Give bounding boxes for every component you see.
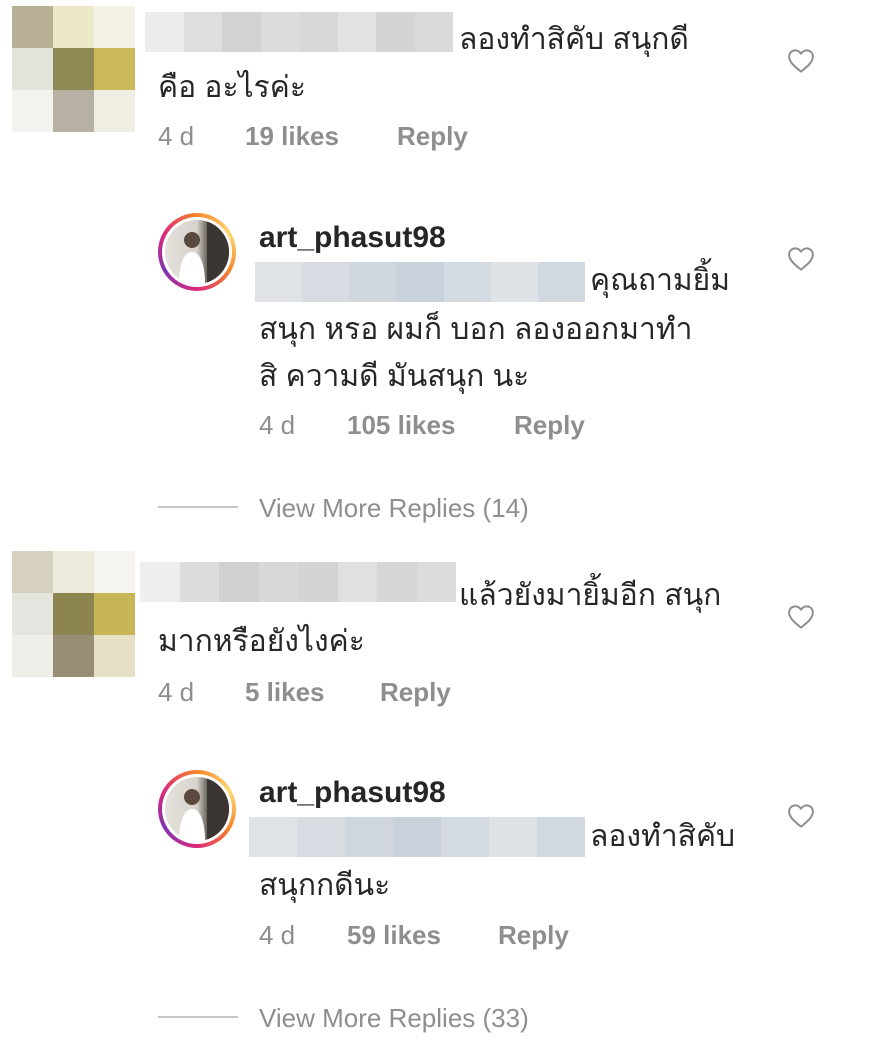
reply-avatar[interactable] xyxy=(158,770,236,848)
likes-count[interactable]: 5 likes xyxy=(245,674,325,710)
view-more-replies-link[interactable]: View More Replies (33) xyxy=(259,1000,529,1036)
username-blurred[interactable] xyxy=(140,562,456,602)
reply-wrapper: Reply xyxy=(380,674,451,710)
comment-text: แล้วยังมายิ้มอีก สนุก xyxy=(459,579,722,612)
username-blurred[interactable] xyxy=(145,12,453,52)
reply-button[interactable]: Reply xyxy=(380,674,451,710)
timestamp: 4 d xyxy=(259,410,296,440)
likes-count[interactable]: 105 likes xyxy=(347,407,455,443)
reply-text: ลองทำสิคับ xyxy=(590,820,736,853)
timestamp: 4 d xyxy=(158,677,195,707)
timestamp: 4 d xyxy=(158,121,195,151)
likes-wrapper: 59 likes xyxy=(347,917,441,953)
heart-outline-icon[interactable] xyxy=(786,46,816,76)
view-more-replies-link[interactable]: View More Replies (14) xyxy=(259,490,529,526)
reply-meta: 4 d xyxy=(259,917,295,953)
mention-blurred[interactable] xyxy=(255,262,585,302)
comment-text: คือ อะไรค่ะ xyxy=(158,71,306,104)
view-more-divider xyxy=(158,506,238,508)
avatar-ring-inner xyxy=(162,774,232,844)
mention-blurred[interactable] xyxy=(249,817,585,857)
view-more-divider xyxy=(158,1016,238,1018)
reply-text: คุณถามยิ้ม xyxy=(590,264,731,297)
comment-text: ลองทำสิคับ สนุกดี xyxy=(459,23,689,56)
reply-username[interactable]: art_phasut98 xyxy=(259,220,446,256)
avatar-ring-inner xyxy=(162,217,232,287)
profile-photo xyxy=(165,777,229,841)
likes-count[interactable]: 59 likes xyxy=(347,917,441,953)
person-silhouette-icon xyxy=(179,220,229,284)
avatar[interactable] xyxy=(12,551,135,677)
reply-wrapper: Reply xyxy=(498,917,569,953)
comment-meta: 4 d xyxy=(158,674,194,710)
reply-button[interactable]: Reply xyxy=(514,407,585,443)
heart-outline-icon[interactable] xyxy=(786,244,816,274)
profile-photo xyxy=(165,220,229,284)
reply-text: สนุก หรอ ผมก็ บอก ลองออกมาทำ xyxy=(259,313,693,346)
likes-wrapper: 19 likes xyxy=(245,118,339,154)
reply-wrapper: Reply xyxy=(397,118,468,154)
reply-button[interactable]: Reply xyxy=(397,118,468,154)
avatar[interactable] xyxy=(12,6,135,132)
reply-text: สนุกกดีนะ xyxy=(259,869,391,902)
likes-count[interactable]: 19 likes xyxy=(245,118,339,154)
reply-avatar[interactable] xyxy=(158,213,236,291)
heart-outline-icon[interactable] xyxy=(786,801,816,831)
likes-wrapper: 105 likes xyxy=(347,407,455,443)
person-silhouette-icon xyxy=(179,777,229,841)
heart-outline-icon[interactable] xyxy=(786,602,816,632)
reply-button[interactable]: Reply xyxy=(498,917,569,953)
reply-username[interactable]: art_phasut98 xyxy=(259,775,446,811)
likes-wrapper: 5 likes xyxy=(245,674,325,710)
reply-meta: 4 d xyxy=(259,407,295,443)
comment-text: มากหรือยังไงค่ะ xyxy=(158,625,365,658)
reply-wrapper: Reply xyxy=(514,407,585,443)
reply-text: สิ ความดี มันสนุก นะ xyxy=(259,360,530,393)
timestamp: 4 d xyxy=(259,920,296,950)
comment-meta: 4 d xyxy=(158,118,194,154)
